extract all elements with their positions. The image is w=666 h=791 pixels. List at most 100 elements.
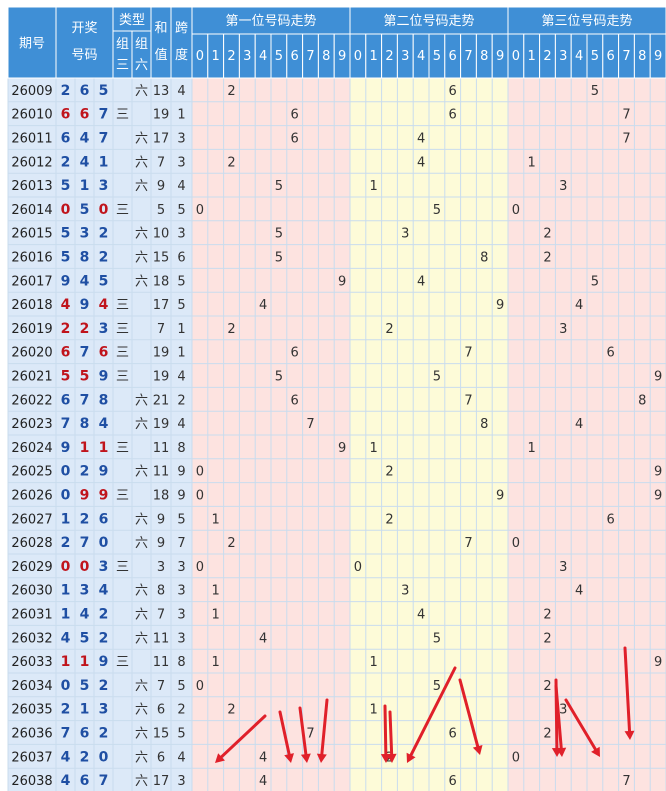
trend-mark-pos1: 4	[259, 750, 267, 765]
type-z6: 六	[135, 727, 148, 742]
type-z6: 六	[135, 774, 148, 789]
trend-mark-pos1: 5	[275, 251, 283, 266]
sum-value: 11	[153, 655, 170, 670]
trend-mark-pos3: 5	[591, 84, 599, 99]
issue-number: 26010	[11, 108, 52, 123]
sum-value: 13	[153, 84, 170, 99]
trend-mark-pos3: 9	[654, 489, 662, 504]
sum-value: 15	[153, 251, 170, 266]
draw-digit: 8	[99, 392, 109, 408]
draw-digit: 2	[99, 726, 109, 742]
digit-header-label: 4	[259, 49, 267, 64]
trend-mark-pos2: 5	[433, 679, 441, 694]
trend-mark-pos2: 2	[385, 465, 393, 480]
trend-mark-pos1: 7	[306, 727, 314, 742]
draw-digit: 5	[80, 369, 90, 385]
digit-header-label: 6	[449, 49, 457, 64]
draw-digit: 3	[99, 559, 109, 575]
sum-value: 7	[157, 679, 165, 694]
trend-mark-pos1: 4	[259, 298, 267, 313]
draw-digit: 5	[61, 226, 71, 242]
digit-header-label: 3	[243, 49, 251, 64]
trend-mark-pos1: 9	[338, 274, 346, 289]
span-value: 5	[177, 203, 185, 218]
draw-digit: 2	[80, 464, 90, 480]
issue-number: 26033	[11, 655, 52, 670]
draw-digit: 6	[99, 345, 109, 361]
draw-header	[55, 6, 114, 79]
type-z6: 六	[135, 703, 148, 718]
sum-value: 3	[157, 560, 165, 575]
issue-number: 26013	[11, 179, 52, 194]
draw-header-label: 开奖	[71, 21, 97, 36]
digit-header-label: 9	[338, 49, 346, 64]
draw-digit: 3	[99, 321, 109, 337]
sum-value: 11	[153, 441, 170, 456]
trend-mark-pos2: 5	[433, 631, 441, 646]
arrow-shaft	[383, 704, 388, 756]
draw-digit: 5	[99, 273, 109, 289]
trend-mark-pos3: 9	[654, 370, 662, 385]
trend-mark-pos2: 9	[496, 298, 504, 313]
draw-digit: 7	[99, 773, 109, 789]
trend-mark-pos1: 0	[196, 489, 204, 504]
trend-mark-pos1: 1	[212, 608, 220, 623]
draw-digit: 1	[80, 178, 90, 194]
digit-header-label: 8	[638, 49, 646, 64]
sum-value: 17	[153, 132, 170, 147]
span-value: 5	[177, 298, 185, 313]
type-z6: 六	[135, 536, 148, 551]
trend-mark-pos3: 3	[559, 322, 567, 337]
digit-header-label: 9	[654, 49, 662, 64]
issue-number: 26012	[11, 155, 52, 170]
trend-mark-pos2: 1	[370, 703, 378, 718]
trend-mark-pos3: 6	[607, 512, 615, 527]
draw-digit: 6	[80, 726, 90, 742]
digit-header-label: 8	[480, 49, 488, 64]
trend-mark-pos1: 6	[291, 393, 299, 408]
trend-mark-pos3: 7	[622, 132, 630, 147]
draw-digit: 0	[61, 464, 71, 480]
issue-number: 26028	[11, 536, 52, 551]
issue-number: 26018	[11, 298, 52, 313]
trend-mark-pos3: 7	[622, 108, 630, 123]
draw-digit: 0	[61, 559, 71, 575]
draw-digit: 8	[80, 416, 90, 432]
sum-header	[150, 6, 172, 79]
digit-header-label: 2	[543, 49, 551, 64]
span-value: 1	[177, 322, 185, 337]
draw-digit: 4	[61, 630, 71, 646]
type-z3: 三	[116, 370, 129, 385]
sum-value: 19	[153, 370, 170, 385]
draw-digit: 0	[80, 559, 90, 575]
draw-digit: 4	[80, 607, 90, 623]
draw-digit: 9	[80, 297, 90, 313]
trend-mark-pos1: 1	[212, 512, 220, 527]
draw-digit: 6	[61, 392, 71, 408]
trend-mark-pos1: 4	[259, 631, 267, 646]
draw-digit: 2	[80, 321, 90, 337]
sum-value: 18	[153, 274, 170, 289]
trend-mark-pos3: 2	[543, 679, 551, 694]
draw-digit: 1	[80, 702, 90, 718]
span-value: 4	[177, 370, 185, 385]
trend-mark-pos2: 5	[433, 370, 441, 385]
span-value: 2	[177, 703, 185, 718]
type-z6: 六	[135, 512, 148, 527]
draw-digit: 9	[99, 654, 109, 670]
trend-mark-pos1: 1	[212, 584, 220, 599]
span-value: 9	[177, 465, 185, 480]
draw-digit: 4	[61, 749, 71, 765]
draw-digit: 5	[61, 369, 71, 385]
type-z6: 六	[135, 393, 148, 408]
draw-digit: 3	[80, 226, 90, 242]
trend-mark-pos1: 5	[275, 227, 283, 242]
digit-header-label: 1	[528, 49, 536, 64]
draw-digit: 4	[61, 773, 71, 789]
sum-value: 7	[157, 608, 165, 623]
trend-mark-pos1: 1	[212, 655, 220, 670]
span-header-label: 跨	[175, 21, 188, 36]
trend-mark-pos2: 2	[385, 512, 393, 527]
issue-number: 26015	[11, 227, 52, 242]
draw-digit: 7	[61, 416, 71, 432]
